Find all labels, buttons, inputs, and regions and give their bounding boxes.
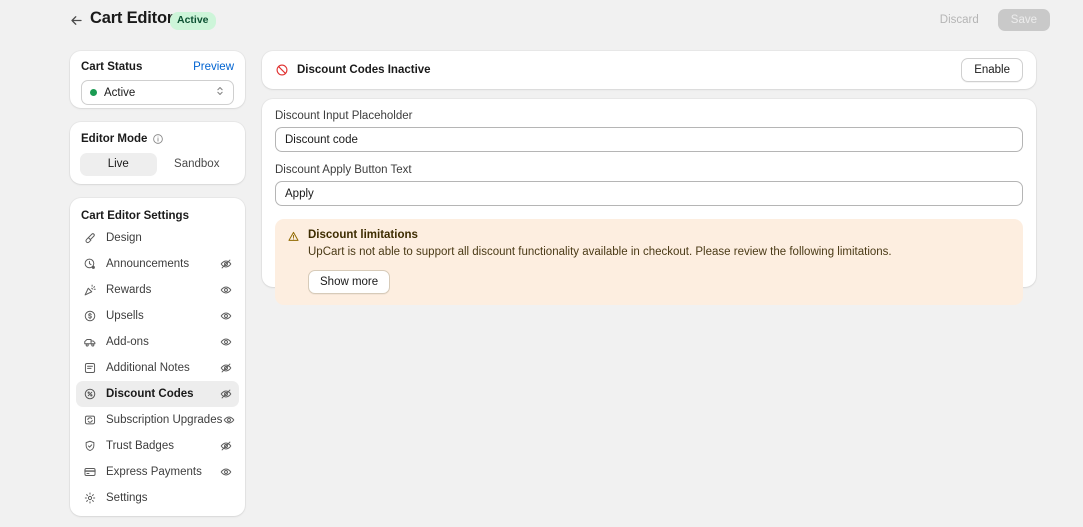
preview-link[interactable]: Preview (193, 61, 234, 73)
back-button[interactable] (66, 10, 86, 30)
info-circle-icon[interactable] (152, 133, 164, 145)
cart-status-header: Cart Status Preview (70, 51, 245, 73)
credit-card-icon (82, 465, 97, 480)
page-header: Cart Editor Active Discard Save (0, 0, 1083, 40)
confetti-icon (82, 283, 97, 298)
sidebar-item-rewards[interactable]: Rewards (76, 277, 239, 303)
settings-list-title: Cart Editor Settings (70, 198, 245, 225)
eye-icon[interactable] (219, 465, 233, 479)
banner-body: UpCart is not able to support all discou… (308, 244, 892, 261)
sidebar-item-express-payments[interactable]: Express Payments (76, 459, 239, 485)
editor-mode-title: Editor Mode (81, 133, 147, 145)
editor-mode-header: Editor Mode (70, 122, 245, 145)
shield-check-icon (82, 439, 97, 454)
sidebar-item-label: Add-ons (106, 336, 149, 348)
editor-mode-card: Editor Mode Live Sandbox (70, 122, 245, 184)
discount-limitations-banner: Discount limitations UpCart is not able … (275, 219, 1023, 305)
sidebar-item-label: Express Payments (106, 466, 202, 478)
show-more-button[interactable]: Show more (308, 270, 390, 294)
discount-icon (82, 387, 97, 402)
sidebar-item-label: Upsells (106, 310, 144, 322)
discount-input-placeholder-field[interactable] (275, 127, 1023, 152)
field-discount-apply-button-text: Discount Apply Button Text (262, 164, 1036, 206)
banner-title: Discount limitations (308, 229, 892, 241)
sidebar-item-upsells[interactable]: Upsells (76, 303, 239, 329)
sidebar-item-trust-badges[interactable]: Trust Badges (76, 433, 239, 459)
megaphone-icon (82, 257, 97, 272)
field-label: Discount Apply Button Text (275, 164, 1023, 176)
header-actions: Discard Save (929, 9, 1050, 31)
eye-icon[interactable] (219, 335, 233, 349)
warning-triangle-icon (287, 230, 300, 294)
sidebar-item-subscription-upgrades[interactable]: Subscription Upgrades (76, 407, 239, 433)
eye-off-icon[interactable] (219, 361, 233, 375)
prohibited-icon (275, 63, 289, 77)
sidebar-item-label: Discount Codes (106, 388, 194, 400)
editor-mode-option-sandbox[interactable]: Sandbox (159, 153, 236, 176)
sidebar-item-label: Announcements (106, 258, 189, 270)
sidebar-item-label: Design (106, 232, 142, 244)
brush-icon (82, 231, 97, 246)
sidebar-item-label: Trust Badges (106, 440, 174, 452)
sidebar-item-label: Additional Notes (106, 362, 190, 374)
subscription-icon (82, 413, 97, 428)
arrow-left-icon (69, 13, 84, 28)
status-dot-icon (90, 89, 97, 96)
sidebar-item-label: Subscription Upgrades (106, 414, 222, 426)
discount-settings-card: Discount Input Placeholder Discount Appl… (262, 99, 1036, 287)
gear-icon (82, 491, 97, 506)
sidebar-item-add-ons[interactable]: Add-ons (76, 329, 239, 355)
discount-status-card: Discount Codes Inactive Enable (262, 51, 1036, 89)
dollar-circle-icon (82, 309, 97, 324)
discount-status-text: Discount Codes Inactive (297, 64, 431, 76)
sidebar-item-discount-codes[interactable]: Discount Codes (76, 381, 239, 407)
eye-off-icon[interactable] (219, 439, 233, 453)
field-spacer (262, 152, 1036, 164)
app-root: Cart Editor Active Discard Save Cart Sta… (0, 0, 1083, 527)
enable-button[interactable]: Enable (961, 58, 1023, 82)
cart-status-card: Cart Status Preview Active (70, 51, 245, 108)
status-badge: Active (170, 12, 216, 30)
eye-off-icon[interactable] (219, 387, 233, 401)
field-label: Discount Input Placeholder (275, 110, 1023, 122)
banner-content: Discount limitations UpCart is not able … (308, 229, 892, 294)
sidebar-item-announcements[interactable]: Announcements (76, 251, 239, 277)
field-discount-input-placeholder: Discount Input Placeholder (262, 99, 1036, 152)
cart-status-value: Active (104, 87, 135, 99)
delivery-icon (82, 335, 97, 350)
discount-apply-button-text-field[interactable] (275, 181, 1023, 206)
sidebar-item-label: Rewards (106, 284, 151, 296)
cart-status-select[interactable]: Active (81, 80, 234, 105)
chevron-updown-icon (215, 84, 225, 102)
discount-status-row: Discount Codes Inactive Enable (262, 51, 1036, 89)
cart-editor-settings-card: Cart Editor Settings Design Announcement… (70, 198, 245, 516)
sidebar-item-label: Settings (106, 492, 148, 504)
sidebar-item-design[interactable]: Design (76, 225, 239, 251)
eye-icon[interactable] (219, 309, 233, 323)
cart-status-title: Cart Status (81, 61, 142, 73)
eye-off-icon[interactable] (219, 257, 233, 271)
sidebar-item-settings[interactable]: Settings (76, 485, 239, 511)
eye-icon[interactable] (222, 413, 236, 427)
sidebar-item-additional-notes[interactable]: Additional Notes (76, 355, 239, 381)
editor-mode-toggle: Live Sandbox (80, 153, 235, 176)
save-button[interactable]: Save (998, 9, 1050, 31)
page-title: Cart Editor (90, 9, 173, 28)
editor-mode-option-live[interactable]: Live (80, 153, 157, 176)
eye-icon[interactable] (219, 283, 233, 297)
note-icon (82, 361, 97, 376)
discard-button[interactable]: Discard (929, 9, 990, 31)
